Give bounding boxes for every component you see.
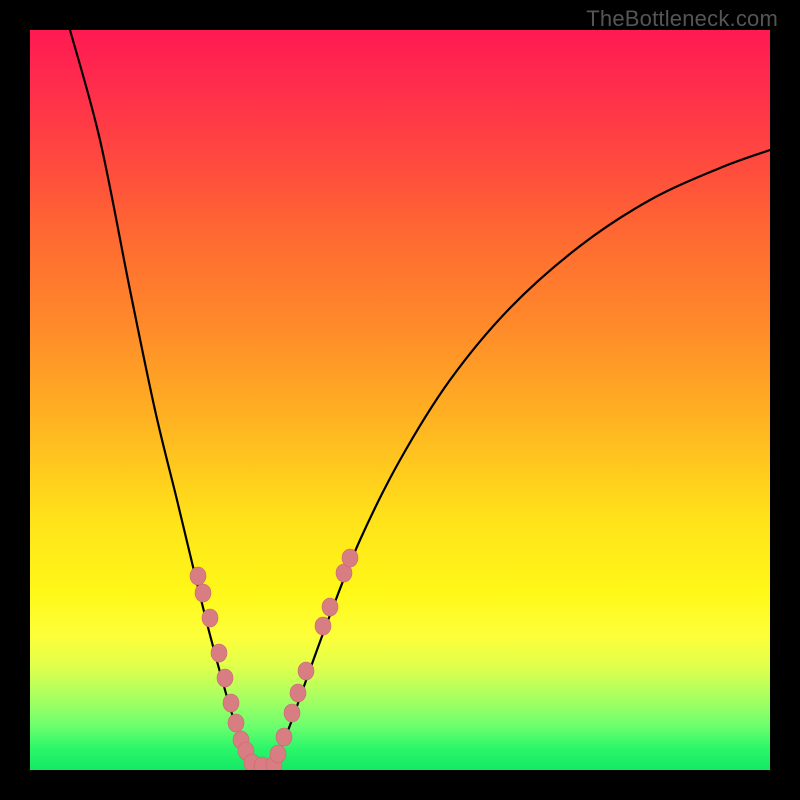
right-branch-curve [272,150,770,768]
data-marker [211,644,227,662]
data-marker [202,609,218,627]
chart-frame: TheBottleneck.com [0,0,800,800]
data-marker [190,567,206,585]
data-marker [290,684,306,702]
data-marker [228,714,244,732]
curve-layer [30,30,770,770]
data-marker [195,584,211,602]
markers-right-group [266,549,358,770]
data-marker [322,598,338,616]
markers-left-group [190,567,270,770]
plot-area [30,30,770,770]
data-marker [315,617,331,635]
watermark-text: TheBottleneck.com [586,6,778,32]
data-marker [217,669,233,687]
data-marker [276,728,292,746]
data-marker [284,704,300,722]
data-marker [298,662,314,680]
data-marker [342,549,358,567]
data-marker [270,745,286,763]
data-marker [223,694,239,712]
